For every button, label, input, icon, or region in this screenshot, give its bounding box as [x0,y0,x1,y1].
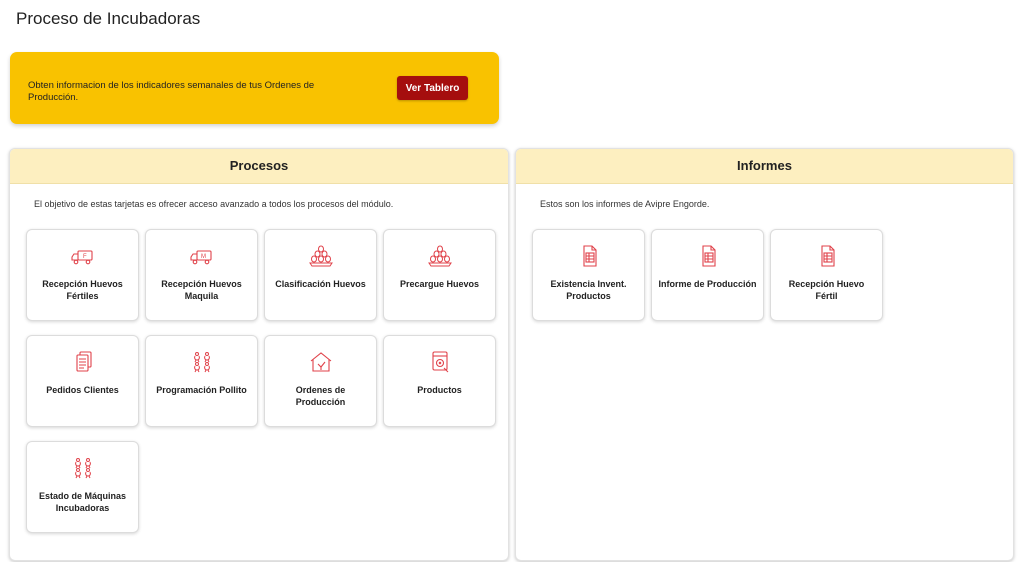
svg-text:F: F [83,254,87,260]
card-label: Existencia Invent. Productos [550,279,627,301]
informes-description: Estos son los informes de Avipre Engorde… [540,199,710,209]
banner-text: Obten informacion de los indicadores sem… [28,80,315,103]
card-label: Productos [417,385,462,395]
documents-icon [27,350,138,374]
card-informe-de-produccion[interactable]: Informe de Producción [651,229,764,321]
page-title: Proceso de Incubadoras [16,9,201,28]
card-precargue-huevos[interactable]: Precargue Huevos [383,229,496,321]
chicks-icon [146,350,257,374]
card-programacion-pollito[interactable]: Programación Pollito [145,335,258,427]
truck-f-icon: F [27,244,138,268]
card-recepcion-huevos-maquila[interactable]: M Recepción Huevos Maquila [145,229,258,321]
product-box-icon [384,350,495,374]
ver-tablero-button[interactable]: Ver Tablero [397,76,468,100]
card-label: Clasificación Huevos [275,279,366,289]
eggs-icon [384,244,495,268]
card-label: Ordenes de Producción [295,385,346,407]
card-label: Programación Pollito [156,385,247,395]
card-existencia-invent-productos[interactable]: Existencia Invent. Productos [532,229,645,321]
card-productos[interactable]: Productos [383,335,496,427]
card-recepcion-huevos-fertiles[interactable]: F Recepción Huevos Fértiles [26,229,139,321]
informes-panel: Informes Estos son los informes de Avipr… [515,148,1014,561]
card-label: Recepción Huevos Fértiles [42,279,123,301]
report-icon [652,244,763,268]
card-label: Pedidos Clientes [46,385,119,395]
house-icon [265,350,376,374]
card-label: Informe de Producción [658,279,757,289]
card-label: Estado de Máquinas Incubadoras [38,491,127,513]
truck-m-icon: M [146,244,257,268]
card-label: Precargue Huevos [399,279,480,289]
chicks-icon [27,456,138,480]
procesos-header: Procesos [10,149,508,184]
procesos-panel: Procesos El objetivo de estas tarjetas e… [9,148,509,561]
report-icon [771,244,882,268]
card-pedidos-clientes[interactable]: Pedidos Clientes [26,335,139,427]
card-label: Recepción Huevo Fértil [788,279,865,301]
card-estado-de-maquinas-incubadoras[interactable]: Estado de Máquinas Incubadoras [26,441,139,533]
eggs-icon [265,244,376,268]
card-ordenes-de-produccion[interactable]: Ordenes de Producción [264,335,377,427]
procesos-description: El objetivo de estas tarjetas es ofrecer… [34,199,394,209]
card-recepcion-huevo-fertil[interactable]: Recepción Huevo Fértil [770,229,883,321]
svg-text:M: M [201,254,206,260]
dashboard-banner: Obten informacion de los indicadores sem… [10,52,499,124]
report-icon [533,244,644,268]
card-label: Recepción Huevos Maquila [161,279,242,301]
card-clasificacion-huevos[interactable]: Clasificación Huevos [264,229,377,321]
informes-header: Informes [516,149,1013,184]
